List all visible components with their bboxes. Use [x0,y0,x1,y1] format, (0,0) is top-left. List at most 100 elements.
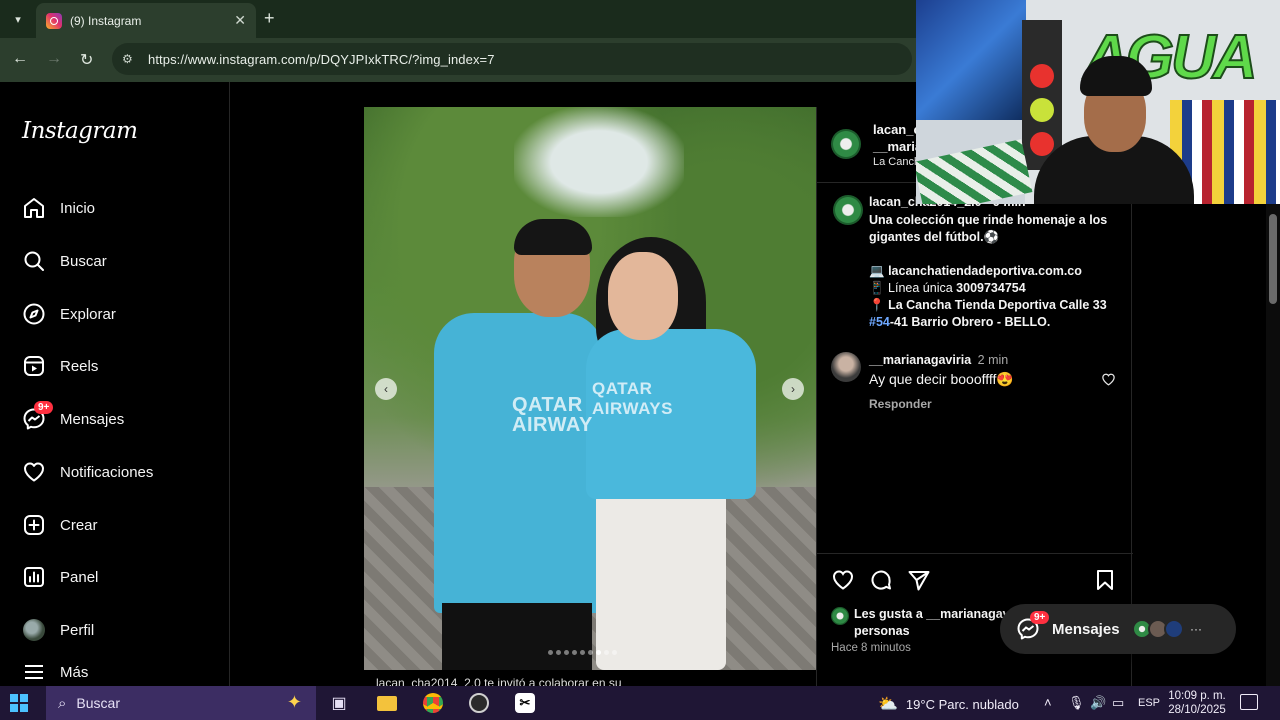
compass-icon [20,300,48,328]
shirt-sponsor-right: QATAR AIRWAYS [592,379,673,418]
plus-square-icon [20,511,48,539]
address-bar[interactable]: ⚙ https://www.instagram.com/p/DQYJPIxkTR… [112,43,912,75]
avatar [23,619,45,641]
carousel-dot [556,650,561,655]
tab-close-button[interactable]: ✕ [234,12,246,29]
sidebar-item-label: Más [60,663,89,681]
sidebar-item-label: Panel [60,568,99,586]
carousel-dot [588,650,593,655]
sidebar-item-mas[interactable]: Más [20,657,220,687]
caption-author-avatar[interactable] [833,195,863,225]
tab-instagram[interactable]: (9) Instagram ✕ [36,3,256,38]
search-icon [20,247,48,275]
hashtag-link[interactable]: #54 [869,315,890,329]
carousel-dot [572,650,577,655]
weather-widget[interactable]: ⛅ 19°C Parc. nublado [878,694,1019,714]
carousel-dot [596,650,601,655]
page-scrollbar[interactable] [1266,204,1280,686]
bookmark-icon[interactable] [1093,568,1117,592]
sidebar-item-explorar[interactable]: Explorar [20,294,220,334]
sidebar-item-perfil[interactable]: Perfil [20,610,220,650]
back-button[interactable]: ← [12,50,28,68]
sidebar-item-buscar[interactable]: Buscar [20,241,220,281]
sidebar-item-label: Crear [60,516,98,534]
shirt-sponsor-left: QATAR AIRWAY [512,394,593,436]
sidebar-item-crear[interactable]: Crear [20,505,220,545]
file-explorer-icon[interactable] [374,691,400,715]
capcut-icon[interactable]: ✂ [512,691,538,715]
carousel-dot [604,650,609,655]
photo-person-right-trousers [596,492,726,670]
chart-icon [20,563,48,591]
sidebar-item-notificaciones[interactable]: Notificaciones [20,452,220,492]
caption-address: Calle 33 [1059,298,1107,312]
sidebar-item-label: Notificaciones [60,463,154,481]
caption-store-name: La Cancha Tienda Deportiva [888,298,1056,312]
sidebar-item-reels[interactable]: Reels [20,346,220,386]
photo-person-right-face [608,252,678,340]
author-username[interactable]: lacan_c [873,122,921,137]
reload-button[interactable]: ↻ [80,50,93,70]
carousel-next-button[interactable]: › [782,378,804,400]
microphone-icon[interactable]: 🎙 [1068,695,1085,711]
notification-center-icon[interactable] [1240,694,1258,710]
webcam-wall-art [916,0,1026,120]
author-avatar[interactable] [831,129,861,159]
reply-button[interactable]: Responder [869,397,932,411]
messages-pill-button[interactable]: 9+ Mensajes ··· [1000,604,1236,654]
instagram-sidebar: Instagram Inicio Buscar Explorar Reels 9… [0,82,230,686]
language-indicator[interactable]: ESP [1138,697,1160,709]
comment-username-text[interactable]: __marianagaviria [869,353,971,367]
tab-title: (9) Instagram [70,13,142,28]
task-view-icon[interactable]: ▣ [326,691,352,715]
caption-address-end: -41 Barrio Obrero - BELLO. [889,315,1051,329]
carousel-dot [564,650,569,655]
caption-website[interactable]: lacanchatiendadeportiva.com.co [888,264,1082,278]
site-info-icon[interactable]: ⚙ [122,52,140,66]
taskbar-search-label: Buscar [76,695,120,711]
forward-button[interactable]: → [46,50,62,68]
windows-taskbar: ⌕ Buscar ✦ ▣ ✂ ⛅ 19°C Parc. nublado ˄ 🎙 … [0,686,1280,720]
post-photo[interactable]: QATAR AIRWAY QATAR AIRWAYS [364,107,816,670]
share-paper-plane-icon[interactable] [907,568,931,592]
comment-username[interactable]: __marianagaviria 2 min [869,353,1008,367]
network-icon[interactable]: ▭ [1112,695,1124,711]
chrome-icon[interactable] [420,691,446,715]
comment-like-heart-icon[interactable] [1101,372,1116,390]
taskbar-search-box[interactable]: ⌕ Buscar ✦ [46,686,316,720]
caption-phone: 3009734754 [956,281,1026,295]
carousel-dot [548,650,553,655]
coauthor-username[interactable]: __maria [873,139,922,154]
caption-phone-line: 📱 Línea única 3009734754 [869,281,1026,296]
scrollbar-thumb[interactable] [1269,214,1277,304]
sidebar-item-mensajes[interactable]: 9+ Mensajes [20,399,220,439]
home-icon [20,194,48,222]
weather-cloud-icon: ⛅ [878,696,898,713]
windows-start-icon[interactable] [10,694,28,712]
clock-date: 28/10/2025 [1168,704,1226,716]
taskbar-clock[interactable]: 10:09 p. m. 28/10/2025 [1162,689,1232,717]
instagram-logo[interactable]: Instagram [22,118,138,144]
like-heart-icon[interactable] [831,568,855,592]
laptop-emoji: 💻 [869,264,885,278]
carousel-prev-button[interactable]: ‹ [375,378,397,400]
messenger-icon: 9+ [1016,611,1050,641]
messenger-icon: 9+ [20,401,54,433]
tab-search-menu-button[interactable]: ▾ [6,7,30,31]
url-text: https://www.instagram.com/p/DQYJPIxkTRC/… [148,51,495,67]
new-tab-button[interactable]: + [264,8,275,29]
tray-chevron-up-icon[interactable]: ˄ [1044,695,1052,710]
comment-bubble-icon[interactable] [869,568,893,592]
volume-icon[interactable]: 🔊 [1090,695,1106,711]
commenter-avatar[interactable] [831,352,861,382]
photo-sky [514,107,684,217]
avatar [1164,619,1184,639]
menu-icon [20,658,48,686]
liker-avatar[interactable] [831,607,849,625]
obs-icon[interactable] [466,691,492,715]
sidebar-item-inicio[interactable]: Inicio [20,188,220,228]
sidebar-item-panel[interactable]: Panel [20,557,220,597]
sidebar-item-label: Perfil [60,621,95,639]
webcam-streamer [1026,56,1194,204]
sidebar-item-label: Explorar [60,305,116,323]
